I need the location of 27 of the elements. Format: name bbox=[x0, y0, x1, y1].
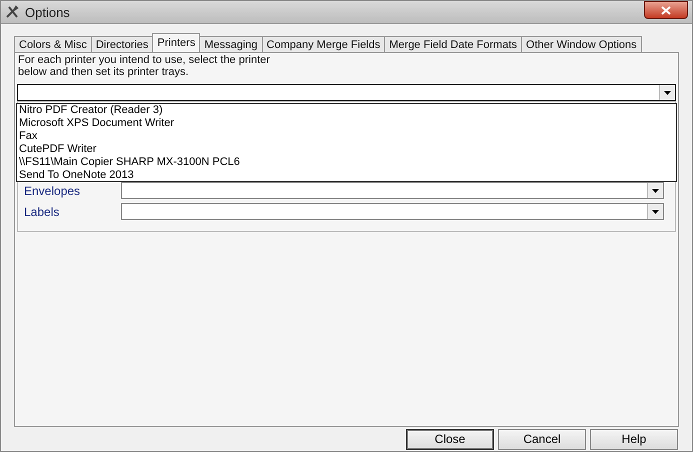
tab[interactable]: Directories bbox=[90, 36, 154, 52]
tab[interactable]: Messaging bbox=[199, 36, 263, 52]
tab[interactable]: Printers bbox=[152, 33, 200, 52]
tray-label: Envelopes bbox=[24, 184, 82, 198]
dropdown-option[interactable]: Send To OneNote 2013 bbox=[17, 169, 676, 182]
tray-dropdown[interactable] bbox=[121, 182, 664, 199]
dropdown-option[interactable]: Microsoft XPS Document Writer bbox=[17, 117, 676, 130]
dropdown-option[interactable]: Fax bbox=[17, 130, 676, 143]
dropdown-arrow-icon bbox=[664, 90, 671, 94]
tab[interactable]: Other Window Options bbox=[521, 36, 642, 52]
close-icon[interactable] bbox=[644, 1, 688, 19]
dropdown-option[interactable]: \\FS11\Main Copier SHARP MX-3100N PCL6 bbox=[17, 156, 676, 169]
tab[interactable]: Colors & Misc bbox=[14, 36, 92, 52]
dropdown-option[interactable]: Nitro PDF Creator (Reader 3) bbox=[17, 104, 676, 117]
dropdown-arrow-icon bbox=[652, 210, 659, 214]
tray-dropdown[interactable] bbox=[121, 203, 664, 220]
dropdown-arrow-icon bbox=[652, 188, 659, 192]
tray-label: Labels bbox=[24, 204, 60, 218]
instructions-text: For each printer you intend to use, select the printer below and then set its printer trays. bbox=[17, 54, 271, 80]
window-title: Options bbox=[25, 4, 71, 20]
dropdown-option[interactable]: CutePDF Writer bbox=[17, 143, 676, 156]
dialog-button[interactable]: Help bbox=[590, 428, 678, 450]
printer-dropdown[interactable] bbox=[17, 84, 676, 101]
dialog-button[interactable]: Cancel bbox=[498, 428, 586, 450]
tab[interactable]: Merge Field Date Formats bbox=[384, 36, 522, 52]
dialog-button[interactable]: Close bbox=[406, 428, 494, 450]
tab[interactable]: Company Merge Fields bbox=[262, 36, 386, 52]
